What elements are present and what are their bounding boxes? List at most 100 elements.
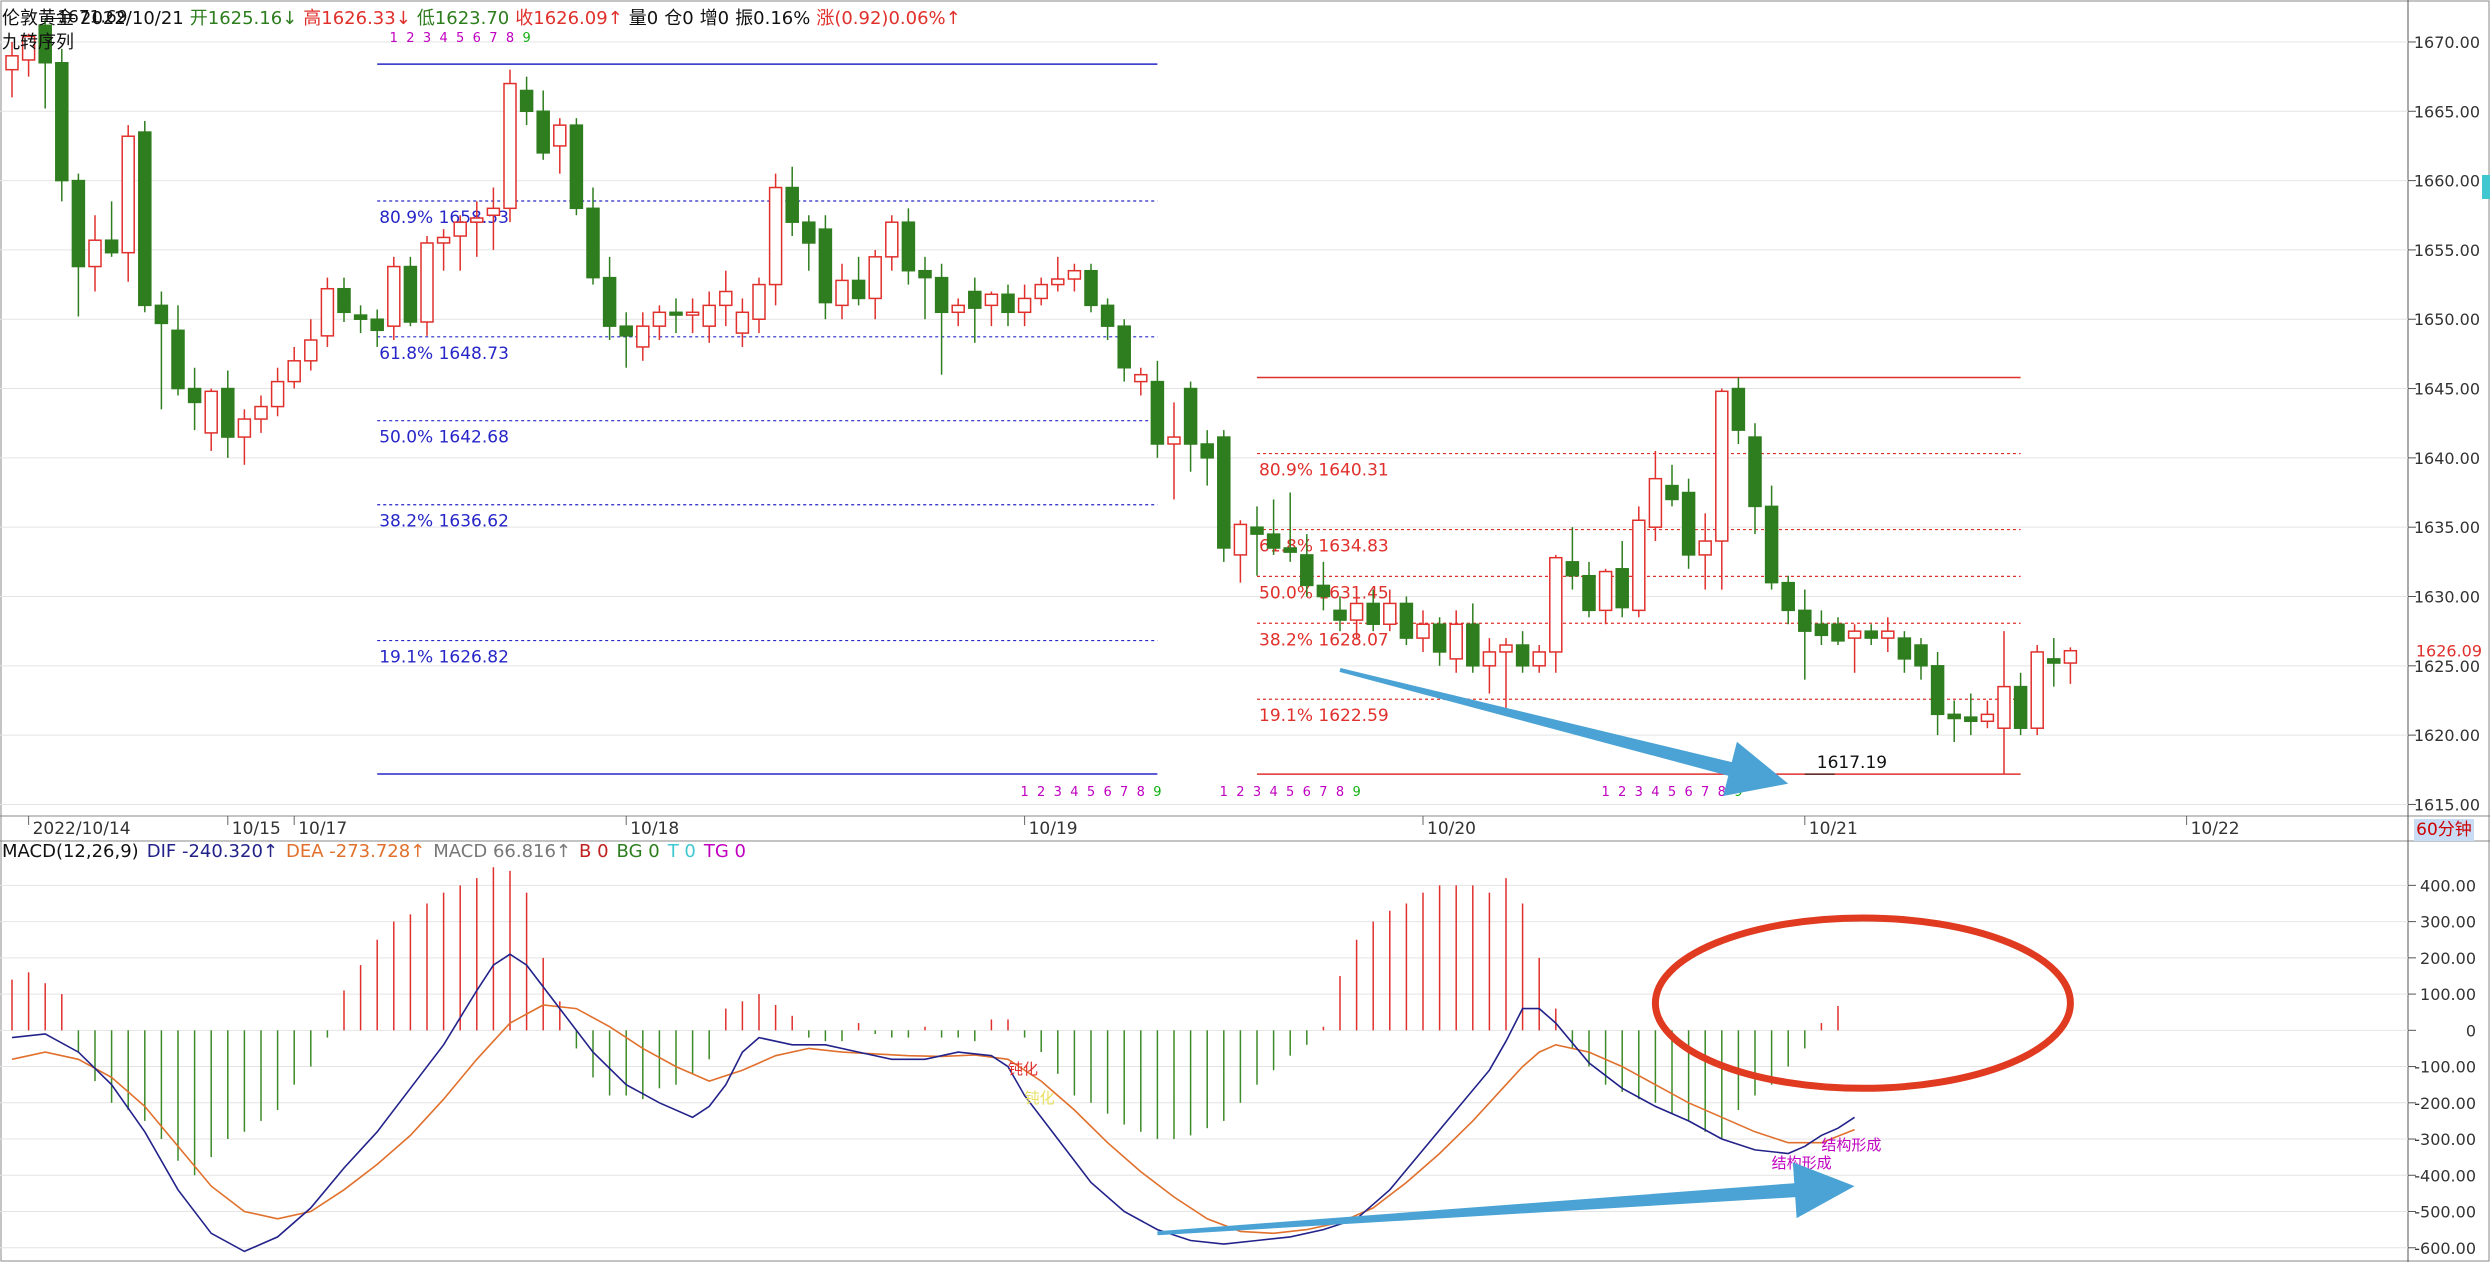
candle-body [1881,630,1895,639]
candle-body [569,124,584,210]
fib-level-label: 19.1% 1626.82 [379,648,509,668]
candle-body [1300,554,1314,587]
quote-header: 伦敦黄金 2022/10/21 开1625.16↓ 高1626.33↓ 低1623.70… [2,4,967,30]
candle-body [1001,293,1015,314]
nine-seq-number: 3 [1054,785,1062,800]
candle-body [934,276,949,314]
nine-seq-number: 8 [1336,785,1344,800]
candle-body [602,276,617,327]
candle-body [1947,713,1961,720]
candle-body [1316,584,1331,598]
macd-tick-label: -400.00 [2414,1166,2476,1185]
candle-body [785,186,799,223]
nine-seq-number: 2 [1236,785,1244,800]
macd-annotation: 钝化 [1008,1060,1038,1078]
candle-body [204,390,218,434]
candle-body [536,110,550,154]
candle-body [918,269,932,279]
nine-seq-number: 6 [1684,785,1692,800]
candle-body [1897,637,1912,660]
time-axis-label: 10/21 [1809,819,1858,839]
candle-body [1632,519,1646,612]
macd-tick-label: -500.00 [2414,1203,2476,1222]
legend-t: T 0 [667,841,696,862]
time-axis-label: 10/20 [1427,819,1476,839]
macd-tick-label: 200.00 [2420,949,2476,968]
candle-body [1980,713,1995,723]
candle-body [1117,325,1131,369]
macd-tick-label: -600.00 [2414,1239,2476,1258]
nine-seq-number: 5 [1286,785,1294,800]
candle-body [1167,436,1181,445]
quote-date: 2022/10/21 [80,8,184,29]
candle-body [2013,685,2028,729]
macd-annotation: 结构形成 [1821,1136,1881,1154]
candle-body [984,293,999,307]
price-tick-label: 1655.00 [2414,241,2480,260]
candle-body [652,311,667,327]
candle-body [88,239,102,268]
candle-body [171,329,185,390]
candle-body [519,89,534,113]
candle-body [453,221,467,237]
candle-body [636,325,650,348]
time-axis-label: 10/22 [2191,819,2240,839]
candle-body [553,124,567,147]
macd-tick-label: 400.00 [2420,876,2476,895]
candle-body [1100,304,1115,327]
candle-body [1515,644,1530,667]
candle-body [436,236,451,244]
candle-body [121,135,135,254]
fib-level-label: 61.8% 1648.73 [379,344,509,364]
nine-seq-number: 4 [1070,785,1078,800]
close-price: 收1626.09↑ [515,8,623,29]
candle-body [1598,570,1613,612]
candle-body [187,387,202,404]
time-axis-label: 10/18 [630,819,679,839]
nine-seq-number: 1 [1020,785,1028,800]
amplitude: 振0.16% [735,8,811,29]
legend-b: B 0 [579,841,609,862]
candle-body [1399,602,1414,639]
legend-dif: DIF -240.320↑ [146,841,278,862]
candle-body [1864,630,1878,639]
candle-body [138,131,152,307]
down-arrow [1339,668,1789,797]
time-axis-label: 10/17 [298,819,347,839]
nine-seq-number: 2 [406,31,414,46]
fib-level-label: 19.1% 1622.59 [1259,706,1389,726]
candlestick-chart[interactable]: 1670.00 1665.00 1660.00 1655.00 1650.00 1645.… [0,0,2490,1262]
timeframe-badge[interactable]: 60分钟 [2414,819,2474,841]
candle-body [1997,685,2011,729]
candle-body [1731,387,1746,431]
candle-body [1499,644,1513,653]
candle-body [2063,649,2078,664]
macd-annotation: 钝化 [1025,1089,1055,1107]
candle-body [619,325,633,337]
candle-body [1532,651,1546,667]
candle-body [868,256,882,300]
macd-tick-label: -300.00 [2414,1130,2476,1149]
candle-body [1466,623,1480,667]
candle-body [403,265,418,323]
candle-body [221,387,235,438]
candle-body [1034,283,1048,300]
candle-body [387,265,401,327]
time-axis-label: 2022/10/14 [33,819,131,839]
candle-body [1549,556,1563,653]
candle-body [1798,609,1812,632]
candle-body [1349,602,1364,621]
price-tick-label: 1630.00 [2414,588,2480,607]
nine-seq-number: 7 [1319,785,1327,800]
nine-seq-number: 1 [1220,785,1228,800]
nine-seq-number: 7 [1701,785,1709,800]
nine-seq-number: 6 [473,31,481,46]
candle-body [1964,716,1978,723]
candle-body [1134,373,1148,383]
candle-body [254,405,268,420]
fib-level-label: 80.9% 1640.31 [1259,461,1389,481]
candle-body [304,339,318,362]
candle-body [1283,547,1297,553]
candle-body [835,279,849,307]
volume: 量0 [628,8,659,29]
